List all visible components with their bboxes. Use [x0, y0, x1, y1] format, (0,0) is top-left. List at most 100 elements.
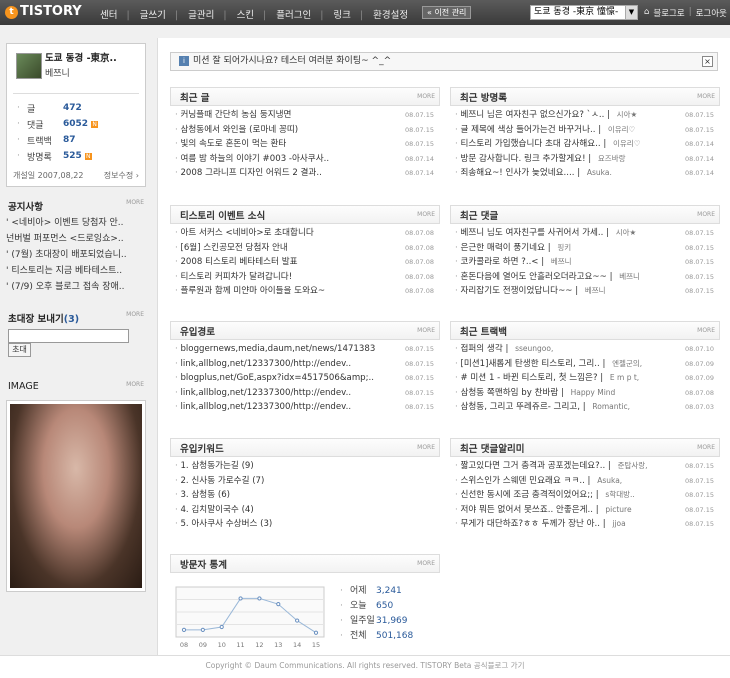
list-item[interactable]: · link,allblog,net/12337300/http://endev…	[170, 386, 440, 401]
more-link[interactable]: MORE	[417, 444, 435, 451]
list-item[interactable]: · 빛의 속도로 혼돈이 먹는 환타 08.07.15	[170, 137, 440, 152]
stat-posts[interactable]: · 글 472	[13, 100, 139, 116]
list-item[interactable]: · 2008 그라니프 디자인 어워드 2 결과.. 08.07.14	[170, 166, 440, 181]
list-item[interactable]: ' <네비아> 이벤트 당첨자 안..	[6, 215, 146, 231]
invite-email-input[interactable]	[8, 329, 129, 343]
blog-select[interactable]: 도쿄 동경 -東京 憧憬- ▼	[530, 5, 638, 20]
invite-more-link[interactable]: MORE	[126, 311, 144, 325]
go-blog-link[interactable]: 블로그로	[653, 7, 684, 19]
stat-guestbook[interactable]: · 방명록 525 N	[13, 148, 139, 164]
list-item[interactable]: · 플루원과 함께 미얀마 아이들을 도와요~ 08.07.08	[170, 284, 440, 299]
profile-photo[interactable]	[10, 404, 142, 588]
item-title[interactable]: · [6월] 스킨공모전 당첨자 안내	[175, 241, 404, 256]
list-item[interactable]: · 베쯔니 님은 여자친구 없으신가요? `ㅅ.. | 시아★ 08.07.15	[450, 108, 720, 123]
item-title[interactable]: · 빛의 속도로 혼돈이 먹는 환타	[175, 137, 404, 152]
more-link[interactable]: MORE	[697, 444, 715, 451]
notice-more-link[interactable]: MORE	[126, 199, 144, 213]
more-link[interactable]: MORE	[417, 211, 435, 218]
list-item[interactable]: ' (7/9) 오후 블로그 접속 장애..	[6, 279, 146, 295]
more-link[interactable]: MORE	[697, 327, 715, 334]
list-item[interactable]: · bloggernews,media,daum,net/news/147138…	[170, 342, 440, 357]
list-item[interactable]: · 자리잡기도 전쟁이었답니다~~ | 베쯔니 08.07.15	[450, 284, 720, 299]
menu-skin[interactable]: 스킨 |	[232, 7, 272, 21]
stat-comments[interactable]: · 댓글 6052 N	[13, 116, 139, 132]
more-link[interactable]: MORE	[697, 211, 715, 218]
item-title[interactable]: · 2008 그라니프 디자인 어워드 2 결과..	[175, 166, 404, 181]
more-link[interactable]: MORE	[417, 327, 435, 334]
list-item[interactable]: · 티스토리 가입했습니다 초대 감사해요.. | 이유리♡ 08.07.14	[450, 137, 720, 152]
stat-trackbacks[interactable]: · 트랙백 87	[13, 132, 139, 148]
list-item[interactable]: · 4. 김치말이국수 (4)	[170, 503, 440, 518]
item-title[interactable]: · [미션1]새롭게 탄생한 티스토리, 그리.. | 엔젤군의,	[455, 357, 684, 372]
list-item[interactable]: · 5. 아사쿠사 수상버스 (3)	[170, 517, 440, 532]
list-item[interactable]: · 삼청동에서 와인을 (로마네 꽁띠) 08.07.15	[170, 123, 440, 138]
list-item[interactable]: · blogplus,net/GoE,aspx?idx=4517506&amp;…	[170, 371, 440, 386]
item-title[interactable]: · 2008 티스토리 베타테스터 발표	[175, 255, 404, 270]
menu-link[interactable]: 링크 |	[328, 7, 368, 21]
list-item[interactable]: · [6월] 스킨공모전 당첨자 안내 08.07.08	[170, 241, 440, 256]
item-title[interactable]: · 방문 감사합니다. 링크 추가할게요! | 요즈바랑	[455, 152, 684, 167]
list-item[interactable]: · 스위스인가 스웨덴 민요래요 ㅋㅋ.. | Asuka, 08.07.15	[450, 474, 720, 489]
item-title[interactable]: · 3. 삼청동 (6)	[175, 488, 440, 503]
list-item[interactable]: · link,allblog,net/12337300/http://endev…	[170, 357, 440, 372]
item-title[interactable]: · 은근한 매력이 풍기네요 | 핑키	[455, 241, 684, 256]
list-item[interactable]: · 방문 감사합니다. 링크 추가할게요! | 요즈바랑 08.07.14	[450, 152, 720, 167]
item-title[interactable]: · 짧고있다면 그거 충격과 공포겠는데요?.. | 준탑사랑,	[455, 459, 684, 474]
list-item[interactable]: · 아트 서커스 <네비아>로 초대합니다 08.07.08	[170, 226, 440, 241]
item-title[interactable]: · 무게가 대단하죠?ㅎㅎ 두께가 장난 아.. | jjoa	[455, 517, 684, 532]
menu-plugin[interactable]: 플러그인 |	[271, 7, 328, 21]
list-item[interactable]: · 글 제목에 색상 들어가는건 바꾸거나.. | 이유리♡ 08.07.15	[450, 123, 720, 138]
list-item[interactable]: · [미션1]새롭게 탄생한 티스토리, 그리.. | 엔젤군의, 08.07.0…	[450, 357, 720, 372]
menu-center[interactable]: 센터 |	[95, 7, 135, 21]
item-title[interactable]: · 플루원과 함께 미얀마 아이들을 도와요~	[175, 284, 404, 299]
item-title[interactable]: · blogplus,net/GoE,aspx?idx=4517506&amp;…	[175, 371, 404, 386]
more-link[interactable]: MORE	[697, 93, 715, 100]
list-item[interactable]: ' (7월) 초대장이 배포되었습니..	[6, 247, 146, 263]
tistory-logo[interactable]: t TISTORY	[5, 4, 82, 19]
item-title[interactable]: · 1. 삼청동가는길 (9)	[175, 459, 440, 474]
item-title[interactable]: · 여름 밤 하늘의 이야기 #003 -아사쿠사..	[175, 152, 404, 167]
item-title[interactable]: · 커닝플때 간단히 농심 둥지냉면	[175, 108, 404, 123]
list-item[interactable]: · 삼청동, 그리고 뚜레쥬르- 그리고, | Romantic, 08.07.0…	[450, 400, 720, 415]
list-item[interactable]: · 커닝플때 간단히 농심 둥지냉면 08.07.15	[170, 108, 440, 123]
item-title[interactable]: · 혼돈다음에 열어도 안흘러오더라고요~~ | 베쯔니	[455, 270, 684, 285]
more-link[interactable]: MORE	[417, 560, 435, 567]
list-item[interactable]: · link,allblog,net/12337300/http://endev…	[170, 400, 440, 415]
list-item[interactable]: 넌버벌 퍼포먼스 <드로잉쇼>..	[6, 231, 146, 247]
list-item[interactable]: · 2008 티스토리 베타테스터 발표 08.07.08	[170, 255, 440, 270]
list-item[interactable]: · 여름 밤 하늘의 이야기 #003 -아사쿠사.. 08.07.14	[170, 152, 440, 167]
item-title[interactable]: · 글 제목에 색상 들어가는건 바꾸거나.. | 이유리♡	[455, 123, 684, 138]
item-title[interactable]: · 4. 김치말이국수 (4)	[175, 503, 440, 518]
list-item[interactable]: · 신선한 동시에 조금 충격적이었어요;; | s학대방.. 08.07.15	[450, 488, 720, 503]
item-title[interactable]: · link,allblog,net/12337300/http://endev…	[175, 357, 404, 372]
item-title[interactable]: · 삼청동에서 와인을 (로마네 꽁띠)	[175, 123, 404, 138]
list-item[interactable]: · 저야 뭐든 없어서 못쓰죠.. 안좋은게.. | picture 08.07.…	[450, 503, 720, 518]
item-title[interactable]: · 2. 신사동 가로수길 (7)	[175, 474, 440, 489]
item-title[interactable]: · # 미션 1 - 바뀐 티스토리, 첫 느낌은? | E m p t,	[455, 371, 684, 386]
image-more-link[interactable]: MORE	[126, 381, 144, 392]
item-title[interactable]: · link,allblog,net/12337300/http://endev…	[175, 386, 404, 401]
invite-button[interactable]: 초대	[8, 343, 31, 357]
item-title[interactable]: · 스위스인가 스웨덴 민요래요 ㅋㅋ.. | Asuka,	[455, 474, 684, 489]
item-title[interactable]: · 삼청동, 그리고 뚜레쥬르- 그리고, | Romantic,	[455, 400, 684, 415]
old-admin-button[interactable]: « 이전 관리	[422, 6, 472, 19]
list-item[interactable]: · 삼청동 쪽맨하임 by 찬바람 | Happy Mind 08.07.08	[450, 386, 720, 401]
avatar[interactable]	[16, 53, 42, 79]
item-title[interactable]: · 5. 아사쿠사 수상버스 (3)	[175, 517, 440, 532]
item-title[interactable]: · 죄송해요~! 인사가 늦었네요.... | Asuka.	[455, 166, 684, 181]
item-title[interactable]: · 티스토리 가입했습니다 초대 감사해요.. | 이유리♡	[455, 137, 684, 152]
item-title[interactable]: · 접퍼의 생각 | sseungoo,	[455, 342, 684, 357]
list-item[interactable]: · 무게가 대단하죠?ㅎㅎ 두께가 장난 아.. | jjoa 08.07.15	[450, 517, 720, 532]
item-title[interactable]: · 아트 서커스 <네비아>로 초대합니다	[175, 226, 404, 241]
list-item[interactable]: · 2. 신사동 가로수길 (7)	[170, 474, 440, 489]
list-item[interactable]: · 3. 삼청동 (6)	[170, 488, 440, 503]
menu-post-manage[interactable]: 글관리 |	[183, 7, 231, 21]
menu-write[interactable]: 글쓰기 |	[135, 7, 183, 21]
list-item[interactable]: · 은근한 매력이 풍기네요 | 핑키 08.07.15	[450, 241, 720, 256]
item-title[interactable]: · 저야 뭐든 없어서 못쓰죠.. 안좋은게.. | picture	[455, 503, 684, 518]
list-item[interactable]: ' 티스토리는 지금 베타테스트..	[6, 263, 146, 279]
logout-link[interactable]: 로그아웃	[696, 7, 727, 19]
list-item[interactable]: · # 미션 1 - 바뀐 티스토리, 첫 느낌은? | E m p t, 08.…	[450, 371, 720, 386]
list-item[interactable]: · 접퍼의 생각 | sseungoo, 08.07.10	[450, 342, 720, 357]
item-title[interactable]: · 자리잡기도 전쟁이었답니다~~ | 베쯔니	[455, 284, 684, 299]
